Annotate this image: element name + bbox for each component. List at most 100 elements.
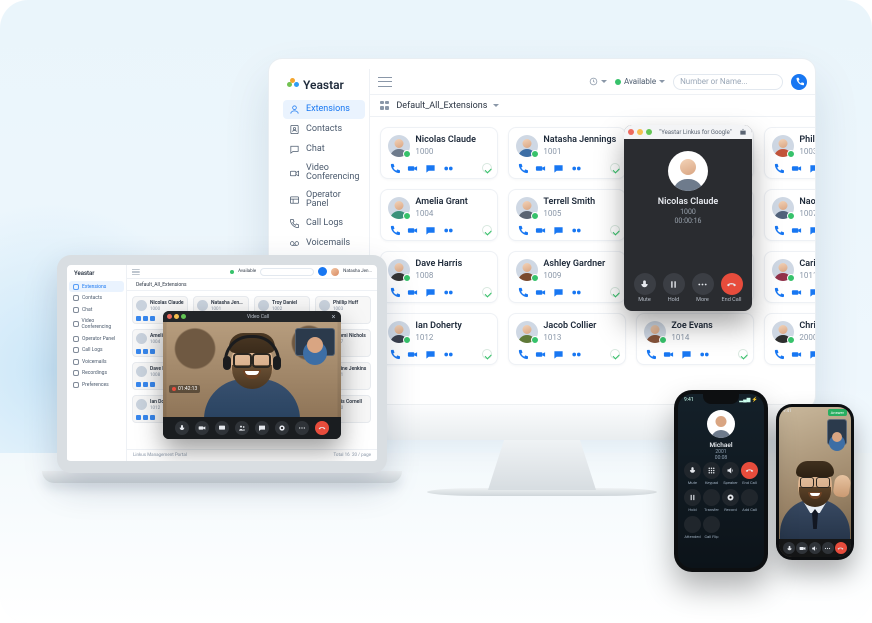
hold-button[interactable]: Hold — [684, 489, 701, 512]
call-icon[interactable] — [136, 316, 141, 321]
video-icon[interactable] — [534, 224, 546, 236]
video-icon[interactable] — [406, 224, 418, 236]
status-label[interactable]: Available — [238, 269, 256, 274]
call-icon[interactable] — [516, 348, 528, 360]
video-icon[interactable] — [406, 162, 418, 174]
chat-icon[interactable] — [808, 162, 816, 174]
call-icon[interactable] — [772, 348, 784, 360]
video-icon[interactable] — [790, 286, 802, 298]
speaker-button[interactable]: Speaker — [722, 462, 739, 485]
self-view[interactable] — [827, 419, 847, 445]
chat-button[interactable] — [255, 421, 269, 435]
endcall-button[interactable] — [315, 421, 329, 435]
laptop-nav-item[interactable]: Voicemails — [69, 356, 124, 367]
nav-voicemails[interactable]: Voicemails — [283, 234, 365, 253]
search-input[interactable]: Number or Name... — [673, 74, 783, 90]
endcall-button[interactable]: End Call — [720, 273, 744, 303]
group-name[interactable]: Default_All_Extensions — [136, 282, 187, 288]
brand[interactable]: Yeastar — [283, 75, 365, 100]
search-input[interactable] — [260, 268, 314, 276]
chat-icon[interactable] — [150, 415, 155, 420]
extension-card[interactable]: Chris Cornell2000 — [764, 313, 816, 365]
hamburger-icon[interactable] — [378, 77, 392, 87]
mute-button[interactable] — [175, 421, 189, 435]
video-icon[interactable] — [143, 415, 148, 420]
call-icon[interactable] — [388, 224, 400, 236]
voicemail-icon[interactable] — [570, 286, 582, 298]
extension-card[interactable]: Naomi Nichols1007 — [764, 189, 816, 241]
dial-button[interactable] — [791, 74, 807, 90]
voicemail-icon[interactable] — [570, 162, 582, 174]
chat-icon[interactable] — [150, 349, 155, 354]
laptop-nav-item[interactable]: Call Logs — [69, 345, 124, 356]
nav-video-conferencing[interactable]: Video Conferencing — [283, 160, 365, 186]
endcall-button[interactable] — [835, 542, 847, 554]
nav-chat[interactable]: Chat — [283, 140, 365, 159]
nav-contacts[interactable]: Contacts — [283, 120, 365, 139]
video-icon[interactable] — [790, 348, 802, 360]
extension-card[interactable]: Phillip Huff1003 — [764, 127, 816, 179]
voicemail-icon[interactable] — [442, 224, 454, 236]
mute-button[interactable] — [783, 542, 795, 554]
video-icon[interactable] — [790, 162, 802, 174]
laptop-nav-item[interactable]: Chat — [69, 304, 124, 315]
max-dot-icon[interactable] — [646, 129, 652, 135]
voicemail-icon[interactable] — [442, 286, 454, 298]
chat-icon[interactable] — [552, 348, 564, 360]
clock-chip[interactable] — [589, 77, 607, 86]
more-button[interactable]: More — [691, 273, 715, 303]
voicemail-icon[interactable] — [442, 348, 454, 360]
footer-link[interactable]: Linkus Management Portal — [133, 453, 187, 458]
extension-card[interactable]: Carine Jenkins1011 — [764, 251, 816, 303]
video-icon[interactable] — [534, 162, 546, 174]
nav-extensions[interactable]: Extensions — [283, 100, 365, 119]
share-button[interactable] — [215, 421, 229, 435]
chat-icon[interactable] — [424, 286, 436, 298]
chat-icon[interactable] — [552, 224, 564, 236]
close-icon[interactable]: × — [330, 313, 337, 320]
chat-icon[interactable] — [552, 162, 564, 174]
mute-button[interactable]: Mute — [684, 462, 701, 485]
addcall-button[interactable]: Add Call — [741, 489, 758, 512]
record-button[interactable] — [275, 421, 289, 435]
video-icon[interactable] — [406, 348, 418, 360]
status-chip[interactable]: Available — [615, 77, 665, 86]
video-icon[interactable] — [534, 348, 546, 360]
mute-button[interactable]: Mute — [633, 273, 657, 303]
user-name[interactable]: Natasha Jen... — [343, 269, 372, 274]
chat-icon[interactable] — [424, 224, 436, 236]
chat-icon[interactable] — [552, 286, 564, 298]
call-icon[interactable] — [772, 162, 784, 174]
attended-button[interactable]: Attended — [684, 516, 701, 539]
extension-card[interactable]: Ashley Gardner1009 — [508, 251, 626, 303]
chat-icon[interactable] — [808, 286, 816, 298]
video-button[interactable] — [796, 542, 808, 554]
group-name[interactable]: Default_All_Extensions — [396, 101, 487, 111]
voicemail-icon[interactable] — [698, 348, 710, 360]
extension-card[interactable]: Zoe Evans1014 — [636, 313, 754, 365]
call-icon[interactable] — [136, 382, 141, 387]
extension-card[interactable]: Jacob Collier1013 — [508, 313, 626, 365]
participants-button[interactable] — [235, 421, 249, 435]
laptop-nav-item[interactable]: Operator Panel — [69, 333, 124, 344]
video-icon[interactable] — [662, 348, 674, 360]
chat-icon[interactable] — [808, 348, 816, 360]
voicemail-icon[interactable] — [442, 162, 454, 174]
extension-card[interactable]: Nicolas Claude1000 — [380, 127, 498, 179]
more-button[interactable] — [295, 421, 309, 435]
min-dot-icon[interactable] — [174, 314, 179, 319]
call-icon[interactable] — [516, 286, 528, 298]
laptop-nav-item[interactable]: Extensions — [69, 281, 124, 292]
nav-operator-panel[interactable]: Operator Panel — [283, 187, 365, 213]
hold-button[interactable]: Hold — [662, 273, 686, 303]
self-view[interactable] — [295, 328, 335, 356]
speaker-button[interactable] — [809, 542, 821, 554]
call-icon[interactable] — [644, 348, 656, 360]
video-icon[interactable] — [143, 382, 148, 387]
record-button[interactable]: Record — [722, 489, 739, 512]
video-button[interactable] — [195, 421, 209, 435]
extension-card[interactable]: Amelia Grant1004 — [380, 189, 498, 241]
video-icon[interactable] — [143, 349, 148, 354]
chat-icon[interactable] — [150, 382, 155, 387]
user-menu[interactable]: Natasha Jen... — [815, 75, 816, 89]
